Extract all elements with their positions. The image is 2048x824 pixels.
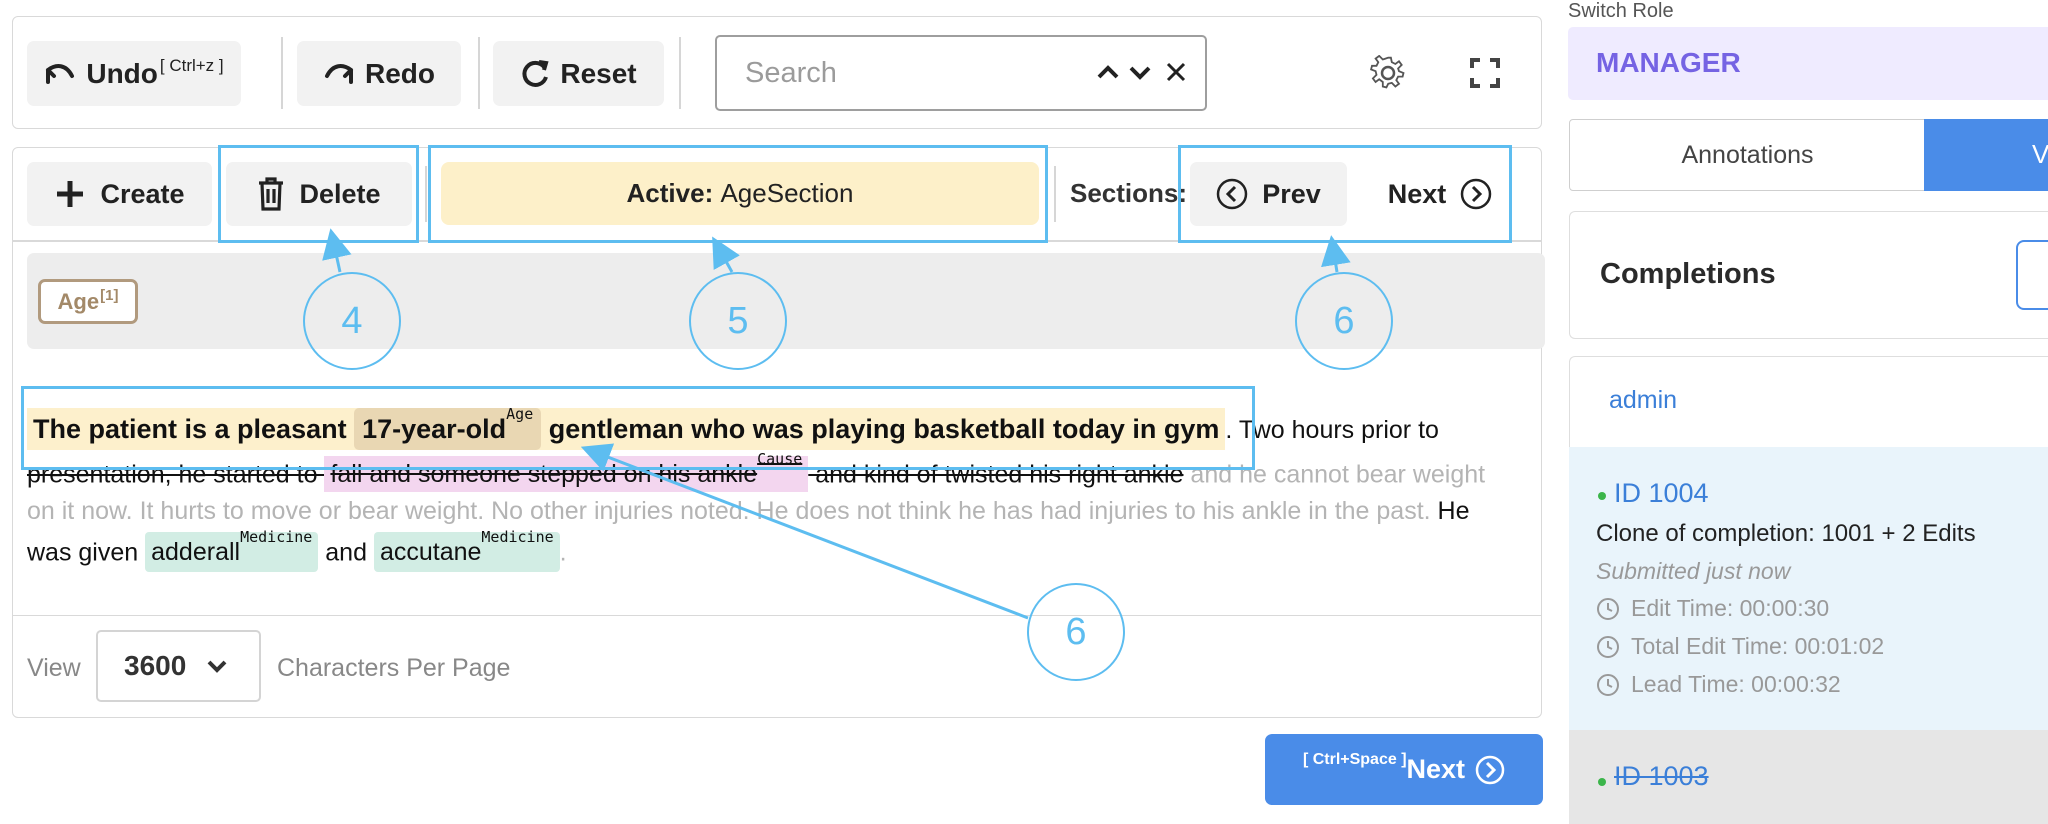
reset-label: Reset xyxy=(560,57,637,89)
chevron-down-icon xyxy=(207,660,227,673)
text-line-3: on it now. It hurts to move or bear weig… xyxy=(27,497,1470,526)
undo-shortcut: [ Ctrl+z ] xyxy=(159,55,224,75)
tab-v[interactable]: V xyxy=(1924,119,2048,191)
total-edit-time-text: Total Edit Time: 00:01:02 xyxy=(1631,633,1885,659)
status-dot xyxy=(1598,778,1606,786)
reset-icon xyxy=(522,59,549,87)
label-chip-age[interactable]: Age [1] xyxy=(38,279,138,324)
divider xyxy=(425,166,427,222)
entity-medicine-tag: Medicine xyxy=(240,528,313,546)
completion-status: Submitted just now xyxy=(1596,558,1791,584)
fullscreen-icon[interactable] xyxy=(1470,58,1500,88)
callout-box-section-nav xyxy=(1178,145,1512,243)
submit-next-button[interactable]: [ Ctrl+Space ] Next xyxy=(1265,734,1543,805)
view-label: View xyxy=(27,654,81,682)
switch-role-label: Switch Role xyxy=(1568,0,1674,22)
callout-box-active-text xyxy=(21,386,1255,470)
gear-icon[interactable] xyxy=(1370,55,1406,91)
text-plain: was given xyxy=(27,538,146,567)
create-button[interactable]: Create xyxy=(27,162,212,226)
entity-medicine-2[interactable]: accutaneMedicine xyxy=(373,528,560,573)
text-plain: He xyxy=(1430,497,1470,525)
search-box[interactable]: Search xyxy=(715,35,1207,111)
entity-medicine-tag: Medicine xyxy=(481,528,554,546)
undo-button[interactable]: Undo[ Ctrl+z ] xyxy=(27,41,241,106)
completion-id: ID 1004 xyxy=(1614,478,1709,508)
callout-marker-6: 6 xyxy=(1295,272,1393,370)
text-faded: . xyxy=(559,538,567,567)
create-label: Create xyxy=(100,178,185,209)
submit-label: Next xyxy=(1406,754,1466,784)
status-dot xyxy=(1598,492,1606,500)
completion-description: Clone of completion: 1001 + 2 Edits xyxy=(1596,520,1976,547)
per-page-select[interactable]: 3600 xyxy=(96,630,261,702)
role-value: MANAGER xyxy=(1596,47,1741,78)
label-chip-index: [1] xyxy=(100,287,119,304)
entity-medicine-1[interactable]: adderallMedicine xyxy=(145,528,319,573)
per-page-value: 3600 xyxy=(124,650,187,681)
submit-shortcut: [ Ctrl+Space ] xyxy=(1302,750,1407,768)
redo-icon xyxy=(325,63,353,84)
clock-icon xyxy=(1597,597,1619,620)
admin-user[interactable]: admin xyxy=(1609,386,1677,415)
callout-box-active-section xyxy=(428,145,1048,243)
undo-label: Undo xyxy=(86,57,158,89)
chevron-down-icon[interactable] xyxy=(1127,59,1153,85)
entity-medicine-text: accutane xyxy=(379,538,482,567)
lead-time: Lead Time: 00:00:32 xyxy=(1596,671,1841,698)
redo-button[interactable]: Redo xyxy=(297,41,461,106)
entity-medicine-text: adderall xyxy=(151,538,241,567)
tab-v-label: V xyxy=(2032,139,2048,169)
tab-annotations-label: Annotations xyxy=(1681,140,1814,169)
completions-title: Completions xyxy=(1600,258,1776,290)
text-plain: . Two hours prior to xyxy=(1225,416,1439,444)
divider xyxy=(281,37,283,109)
callout-marker-4: 4 xyxy=(303,272,401,370)
redo-label: Redo xyxy=(365,57,435,89)
undo-icon xyxy=(46,63,75,84)
plus-icon xyxy=(57,181,84,207)
edit-time: Edit Time: 00:00:30 xyxy=(1596,595,1829,622)
search-input[interactable]: Search xyxy=(745,57,837,90)
divider xyxy=(679,37,681,109)
edit-time-text: Edit Time: 00:00:30 xyxy=(1631,595,1830,621)
text-plain: and xyxy=(318,538,374,567)
text-line-4: was given adderallMedicine and accutaneM… xyxy=(27,528,567,573)
close-icon[interactable] xyxy=(1163,59,1189,85)
completion-id: ID 1003 xyxy=(1614,761,1709,791)
tab-annotations[interactable]: Annotations xyxy=(1569,119,1926,191)
callout-box-delete xyxy=(218,145,419,243)
text-faded: on it now. It hurts to move or bear weig… xyxy=(27,497,1431,525)
reset-button[interactable]: Reset xyxy=(493,41,664,106)
divider xyxy=(1054,166,1056,222)
divider xyxy=(478,37,480,109)
clock-icon xyxy=(1597,635,1619,658)
total-edit-time: Total Edit Time: 00:01:02 xyxy=(1596,633,1884,660)
chevron-right-circle-icon xyxy=(1475,755,1505,784)
clock-icon xyxy=(1597,673,1619,696)
label-chip-text: Age xyxy=(57,288,100,314)
callout-marker-6: 6 xyxy=(1027,583,1125,681)
lead-time-text: Lead Time: 00:00:32 xyxy=(1631,671,1841,697)
per-page-label: Characters Per Page xyxy=(277,654,511,682)
callout-marker-5: 5 xyxy=(689,272,787,370)
add-completion-button[interactable] xyxy=(2016,240,2048,310)
chevron-up-icon[interactable] xyxy=(1095,59,1121,85)
sections-label: Sections: xyxy=(1070,178,1188,208)
